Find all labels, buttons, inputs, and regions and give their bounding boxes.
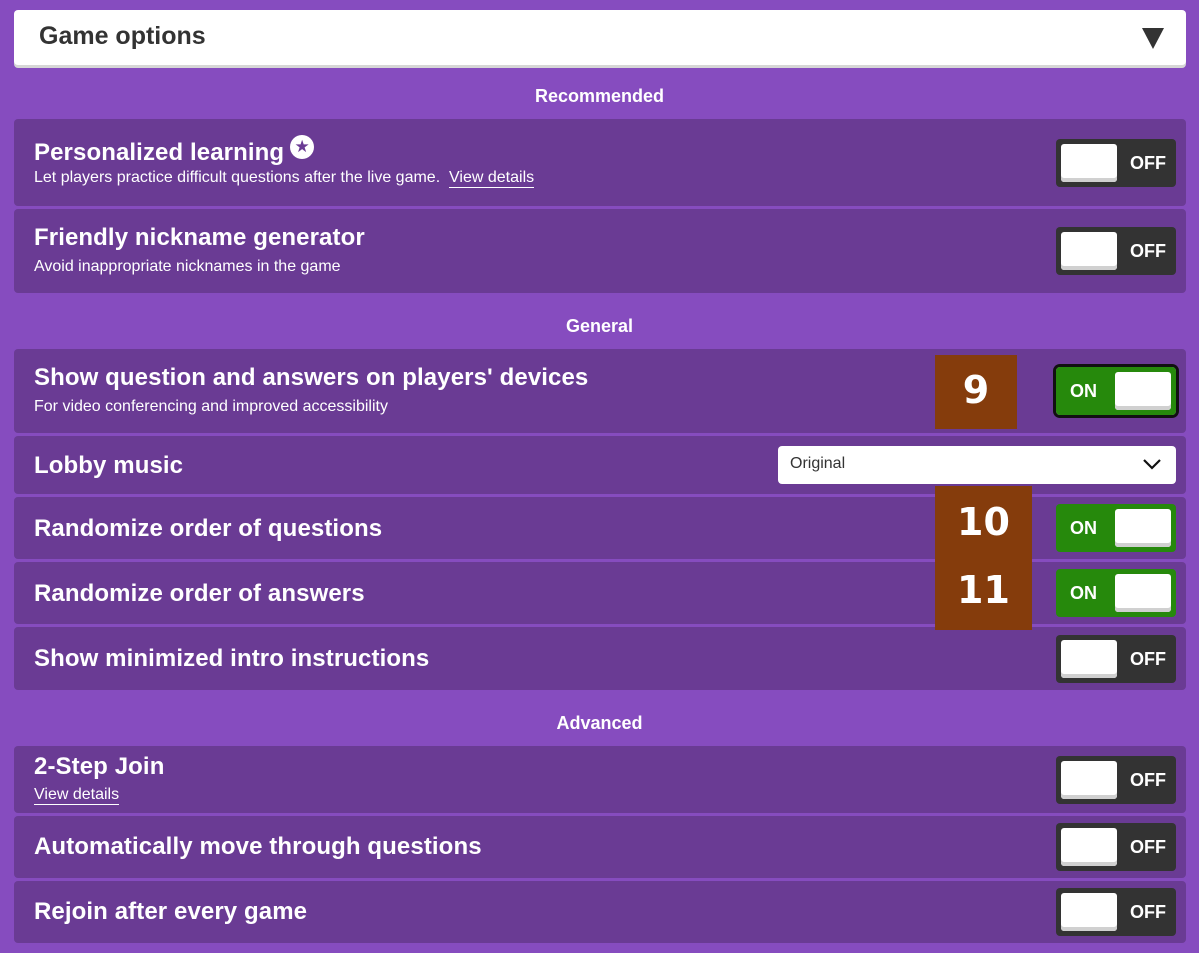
option-title: Show question and answers on players' de… [34, 364, 589, 391]
personalized-learning-toggle[interactable]: OFF [1056, 139, 1176, 187]
toggle-knob [1115, 509, 1171, 547]
section-title-general: General [565, 316, 634, 336]
view-details-link[interactable]: View details [449, 169, 535, 188]
option-minimized-intro: Show minimized intro instructions OFF [14, 627, 1186, 690]
toggle-state: ON [1070, 583, 1097, 603]
toggle-knob [1061, 232, 1117, 270]
show-question-toggle[interactable]: ON [1054, 365, 1178, 417]
annotation-badge: 11 [957, 568, 1010, 612]
section-title-advanced: Advanced [556, 713, 643, 733]
minimized-intro-toggle[interactable]: OFF [1056, 635, 1176, 683]
option-title: Rejoin after every game [34, 898, 308, 925]
auto-move-toggle[interactable]: OFF [1056, 823, 1176, 871]
lobby-music-selected: Original [790, 455, 846, 472]
option-rejoin: Rejoin after every game OFF [14, 881, 1186, 943]
option-description: Avoid inappropriate nicknames in the gam… [34, 258, 341, 275]
toggle-knob [1061, 828, 1117, 866]
option-title: Lobby music [34, 452, 184, 479]
toggle-state: OFF [1130, 902, 1166, 922]
option-title: Randomize order of answers [34, 580, 365, 607]
option-title: Randomize order of questions [34, 515, 383, 542]
option-description: For video conferencing and improved acce… [34, 398, 388, 415]
option-personalized-learning: Personalized learning ★ Let players pract… [14, 119, 1186, 206]
option-title: Personalized learning [34, 139, 285, 166]
toggle-state: ON [1070, 518, 1097, 538]
toggle-knob [1115, 372, 1171, 410]
option-auto-move: Automatically move through questions OFF [14, 816, 1186, 878]
toggle-state: ON [1070, 381, 1097, 401]
friendly-nickname-toggle[interactable]: OFF [1056, 227, 1176, 275]
view-details-link[interactable]: View details [34, 786, 120, 805]
option-two-step-join: 2-Step Join View details OFF [14, 746, 1186, 813]
lobby-music-select[interactable]: Original [778, 446, 1176, 484]
option-title: Friendly nickname generator [34, 224, 365, 251]
randomize-questions-toggle[interactable]: ON [1056, 504, 1176, 552]
annotation-badge: 10 [957, 500, 1010, 544]
toggle-state: OFF [1130, 770, 1166, 790]
two-step-join-toggle[interactable]: OFF [1056, 756, 1176, 804]
option-title: 2-Step Join [34, 753, 165, 780]
toggle-knob [1061, 893, 1117, 931]
game-options-header[interactable]: Game options [14, 10, 1186, 65]
star-badge-icon: ★ [290, 135, 315, 159]
option-friendly-nickname: Friendly nickname generator Avoid inappr… [14, 209, 1186, 293]
toggle-state: OFF [1130, 241, 1166, 261]
randomize-answers-toggle[interactable]: ON [1056, 569, 1176, 617]
toggle-state: OFF [1130, 649, 1166, 669]
rejoin-toggle[interactable]: OFF [1056, 888, 1176, 936]
section-title-recommended: Recommended [534, 86, 665, 106]
option-title: Automatically move through questions [34, 833, 482, 860]
toggle-knob [1115, 574, 1171, 612]
toggle-state: OFF [1130, 153, 1166, 173]
caret-down-icon[interactable] [1142, 28, 1164, 49]
option-title: Show minimized intro instructions [34, 645, 430, 672]
chevron-down-icon [1143, 459, 1161, 470]
toggle-knob [1061, 761, 1117, 799]
annotation-badge: 9 [935, 355, 1017, 429]
toggle-knob [1061, 144, 1117, 182]
game-options-title: Game options [39, 22, 206, 50]
toggle-state: OFF [1130, 837, 1166, 857]
option-description: Let players practice difficult questions… [34, 169, 441, 186]
toggle-knob [1061, 640, 1117, 678]
annotation-badge-group: 10 11 [935, 486, 1032, 630]
